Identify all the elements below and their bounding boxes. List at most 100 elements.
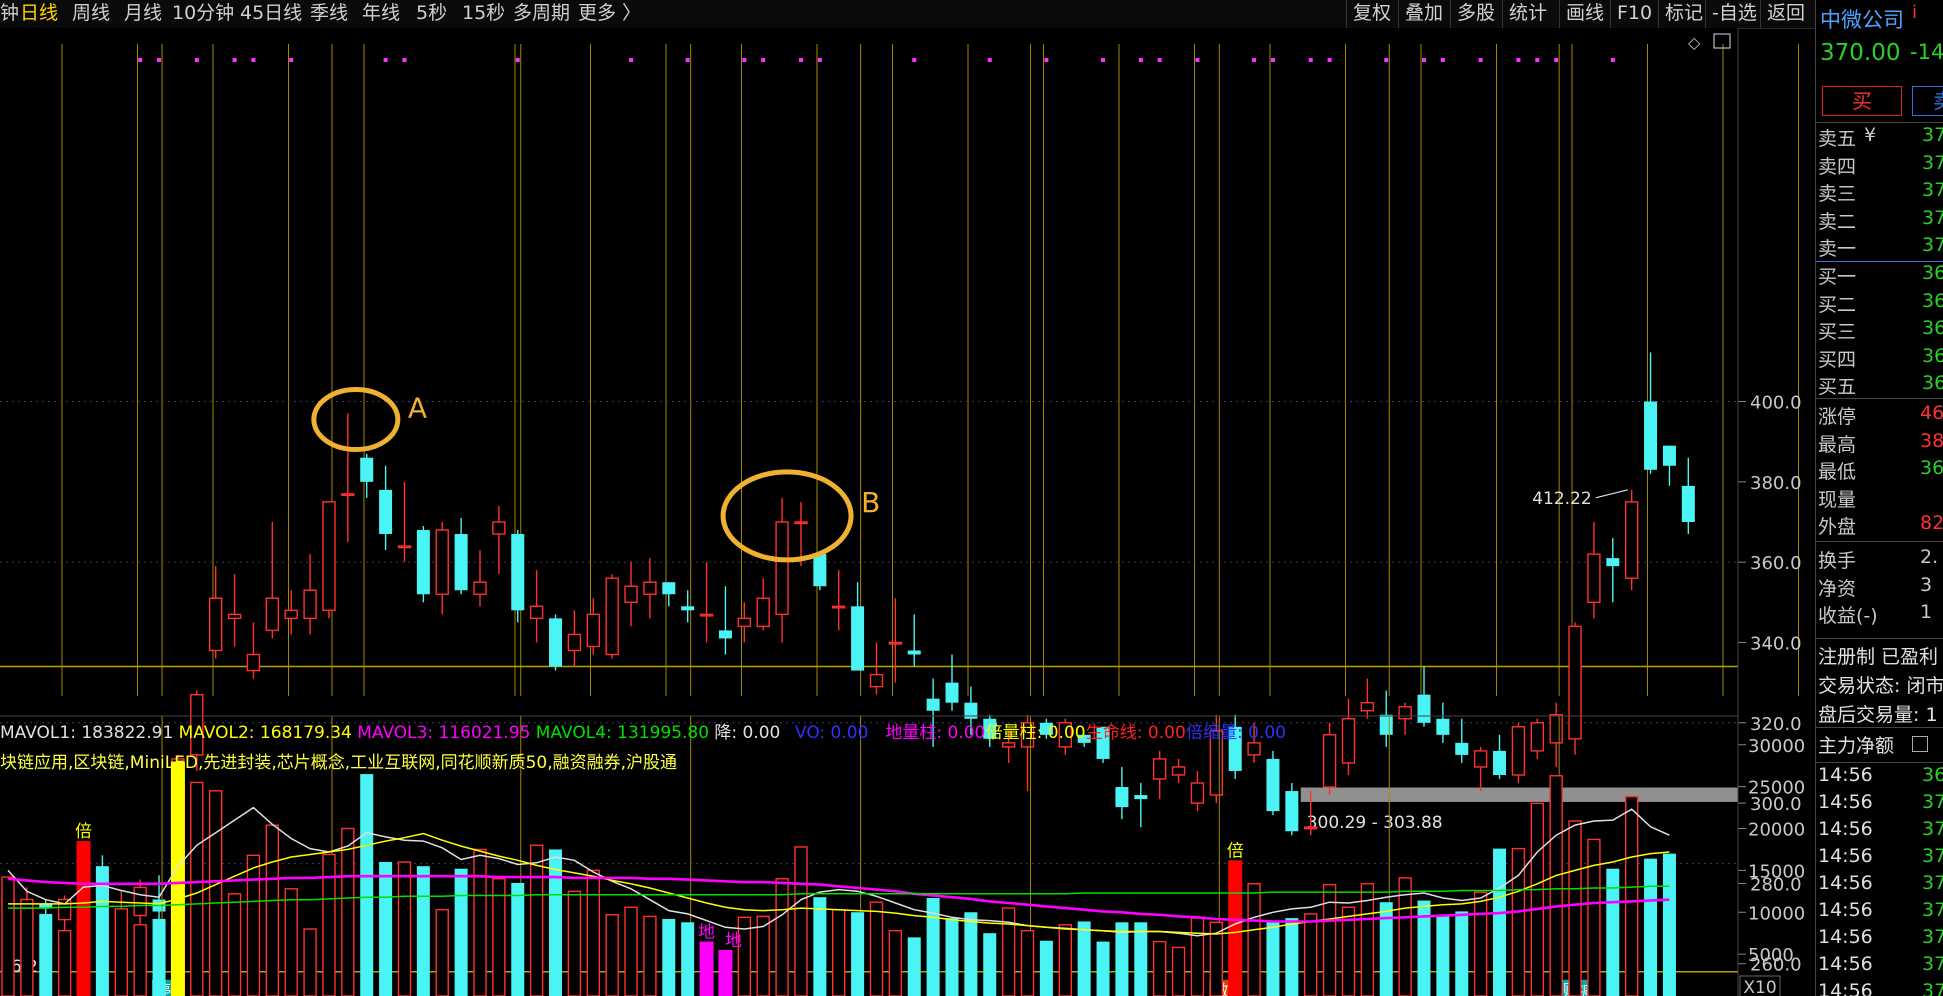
vol-y-tick-label: 15000 xyxy=(1748,861,1805,882)
volume-bar xyxy=(454,868,468,996)
ask-price: 37 xyxy=(1922,206,1943,229)
period-tab-4[interactable]: 10分钟 xyxy=(172,0,234,28)
candle-body xyxy=(529,605,544,620)
indicator-legend-item: MAVOL3: 116021.95 xyxy=(357,723,530,743)
tool-button-0[interactable]: 复权 xyxy=(1346,0,1397,28)
volume-bar xyxy=(511,882,525,996)
volume-bar xyxy=(605,914,619,996)
candle-body xyxy=(1606,558,1620,567)
signal-dot xyxy=(1157,58,1162,62)
stat-label: 涨停 xyxy=(1818,406,1857,428)
volume-bar xyxy=(681,922,695,996)
kline-chart[interactable]: 300.29 - 303.88 400.0 380.0 360.0 340.0 320.0… xyxy=(0,28,1815,996)
volume-bar xyxy=(907,937,921,996)
tool-button-5[interactable]: F10 xyxy=(1610,0,1658,28)
tool-button-6[interactable]: 标记 xyxy=(1658,0,1709,28)
signal-dot xyxy=(1138,58,1143,62)
signal-dot xyxy=(1195,58,1200,62)
candle-body xyxy=(454,534,468,591)
volume-bar xyxy=(1020,929,1035,996)
period-tab-7[interactable]: 年线 xyxy=(362,0,400,28)
indicator-legend-item: MAVOL4: 131995.80 xyxy=(536,723,709,743)
y-tick-label: 360.0 xyxy=(1750,553,1802,574)
tick-time: 14:56 xyxy=(1818,980,1873,996)
candle-body xyxy=(435,529,449,595)
annotation-label: B xyxy=(861,486,880,519)
volume-bar xyxy=(1644,858,1658,996)
volume-bar xyxy=(1115,922,1129,996)
candle-body xyxy=(737,617,752,628)
ask-label: 卖三 xyxy=(1818,183,1857,205)
volume-bar xyxy=(152,918,166,996)
period-tab-5[interactable]: 45日线 xyxy=(240,0,302,28)
volume-bar xyxy=(492,878,506,996)
candle-body xyxy=(1436,718,1450,735)
volume-bar xyxy=(1058,924,1072,996)
candle-body xyxy=(662,582,676,595)
list-icon[interactable] xyxy=(1912,736,1928,752)
period-tab-11[interactable]: 更多 〉 xyxy=(578,0,641,28)
candle-body xyxy=(1587,553,1601,603)
candle-body xyxy=(1341,718,1356,764)
volume-bar xyxy=(869,901,884,996)
candle-body xyxy=(208,597,223,652)
period-tab-9[interactable]: 15秒 xyxy=(462,0,505,28)
candle-body xyxy=(1511,726,1526,776)
period-tab-2[interactable]: 周线 xyxy=(72,0,110,28)
candle-body xyxy=(1171,766,1186,776)
tool-button-1[interactable]: 叠加 xyxy=(1398,0,1449,28)
candle-body xyxy=(1530,722,1544,752)
indicator-legend-item: MAVOL2: 168179.34 xyxy=(179,723,352,743)
candle-body xyxy=(1624,501,1639,579)
candle-body xyxy=(643,581,657,595)
buy-button[interactable]: 买 xyxy=(1822,86,1902,116)
candle-body xyxy=(379,489,393,535)
period-tab-0[interactable]: 钟 xyxy=(0,0,19,28)
volume-bar xyxy=(1228,860,1243,996)
tick-price: 37 xyxy=(1922,845,1943,867)
volume-bar xyxy=(964,912,978,996)
stock-name[interactable]: 中微公司 xyxy=(1820,4,1904,34)
period-tab-10[interactable]: 多周期 xyxy=(513,0,570,28)
annotation-label: A xyxy=(408,392,427,425)
ask-price: 37 xyxy=(1922,234,1943,256)
tool-button-2[interactable]: 多股 xyxy=(1450,0,1501,28)
tool-button-7[interactable]: -自选 xyxy=(1705,0,1763,28)
candle-body xyxy=(1568,625,1582,740)
stat-value: 1 xyxy=(1920,601,1933,624)
volume-bar xyxy=(20,907,34,996)
period-tab-1[interactable]: 日线 xyxy=(20,0,58,28)
info-badge[interactable]: i xyxy=(1912,2,1917,23)
signal-dot xyxy=(761,58,766,62)
volume-bar xyxy=(1473,891,1488,996)
tool-button-8[interactable]: 返回 xyxy=(1760,0,1811,28)
volume-bar xyxy=(1134,922,1148,996)
volume-bar-label: 倍 xyxy=(1227,841,1244,861)
ask-label: 卖一 xyxy=(1818,238,1857,260)
candle-body xyxy=(1549,714,1563,744)
tool-button-4[interactable]: 画线 xyxy=(1559,0,1610,28)
period-tab-3[interactable]: 月线 xyxy=(124,0,162,28)
candle-body xyxy=(1190,782,1205,804)
quote-panel: 中微公司 i 370.00 -14 买 卖 卖五 ¥37 卖四 37 卖三 37 卖二 37 卖… xyxy=(1815,0,1943,996)
period-tab-6[interactable]: 季线 xyxy=(310,0,348,28)
tool-button-3[interactable]: 统计 xyxy=(1502,0,1553,28)
bid-price: 36 xyxy=(1922,344,1943,367)
volume-bar xyxy=(832,909,846,996)
volume-bar xyxy=(1096,941,1110,996)
volume-bar xyxy=(1039,940,1053,996)
candle-body xyxy=(605,577,619,656)
period-tab-8[interactable]: 5秒 xyxy=(416,0,447,28)
panel-divider xyxy=(1816,638,1943,639)
volume-bar xyxy=(567,890,582,996)
signal-dot xyxy=(685,58,690,62)
sell-button[interactable]: 卖 xyxy=(1912,86,1943,116)
candle-body xyxy=(1152,758,1167,780)
volume-pane: MAVOL1: 183822.91 MAVOL2: 168179.34 MAVOL3… xyxy=(0,715,1805,996)
signal-dot xyxy=(912,58,917,62)
signal-dot xyxy=(1535,58,1540,62)
tick-price: 36 xyxy=(1922,764,1943,786)
signal-dot xyxy=(987,58,992,62)
stat-label: 外盘 xyxy=(1818,516,1857,539)
diamond-icon[interactable]: ◇ xyxy=(1688,33,1701,52)
